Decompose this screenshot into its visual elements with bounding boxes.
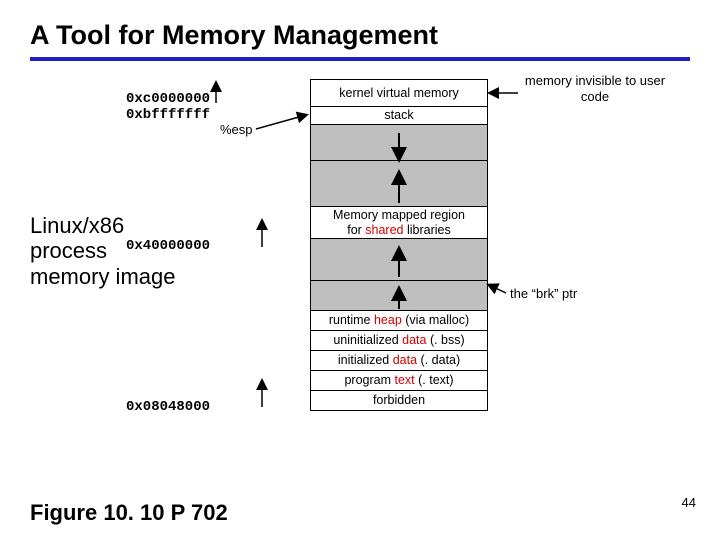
text-red: text (394, 373, 414, 387)
addr-stack-top: 0xbfffffff (126, 107, 210, 123)
addr-kernel-top: 0xc0000000 (126, 91, 210, 107)
region-data: initialized data (. data) (310, 351, 488, 371)
region-stack-space (310, 125, 488, 161)
heap-red: heap (374, 313, 402, 327)
region-bss: uninitialized data (. bss) (310, 331, 488, 351)
memory-layout-diagram: Linux/x86 process memory image 0xc000000… (30, 73, 690, 463)
region-gap-above-mmap (310, 161, 488, 207)
mmap-text-2: for (347, 223, 365, 237)
mmap-text-lib: libraries (404, 223, 451, 237)
esp-label: %esp (220, 122, 253, 137)
heap-post: (via malloc) (402, 313, 469, 327)
region-text: program text (. text) (310, 371, 488, 391)
text-pre: program (344, 373, 394, 387)
bss-post: (. bss) (426, 333, 464, 347)
bss-pre: uninitialized (333, 333, 402, 347)
mmap-text-shared: shared (365, 223, 403, 237)
region-kernel: kernel virtual memory (310, 79, 488, 107)
region-stack: stack (310, 107, 488, 125)
mmap-text-1: Memory mapped region (333, 208, 465, 222)
data-red: data (393, 353, 417, 367)
heap-pre: runtime (329, 313, 374, 327)
region-column: kernel virtual memory stack Memory mappe… (310, 79, 488, 411)
figure-reference: Figure 10. 10 P 702 (30, 500, 228, 526)
region-heap-space (310, 281, 488, 311)
text-post: (. text) (415, 373, 454, 387)
region-gap-below-mmap (310, 239, 488, 281)
data-post: (. data) (417, 353, 460, 367)
brk-note: the “brk” ptr (510, 286, 577, 302)
region-heap: runtime heap (via malloc) (310, 311, 488, 331)
region-forbidden: forbidden (310, 391, 488, 411)
title-rule (30, 57, 690, 61)
bss-red: data (402, 333, 426, 347)
addr-text-start: 0x08048000 (126, 399, 210, 415)
data-pre: initialized (338, 353, 393, 367)
page-title: A Tool for Memory Management (30, 20, 690, 51)
addr-sharedlib: 0x40000000 (126, 238, 210, 254)
kernel-note: memory invisible to user code (520, 73, 670, 104)
region-mmap: Memory mapped region for shared librarie… (310, 207, 488, 239)
page-number: 44 (682, 495, 696, 510)
